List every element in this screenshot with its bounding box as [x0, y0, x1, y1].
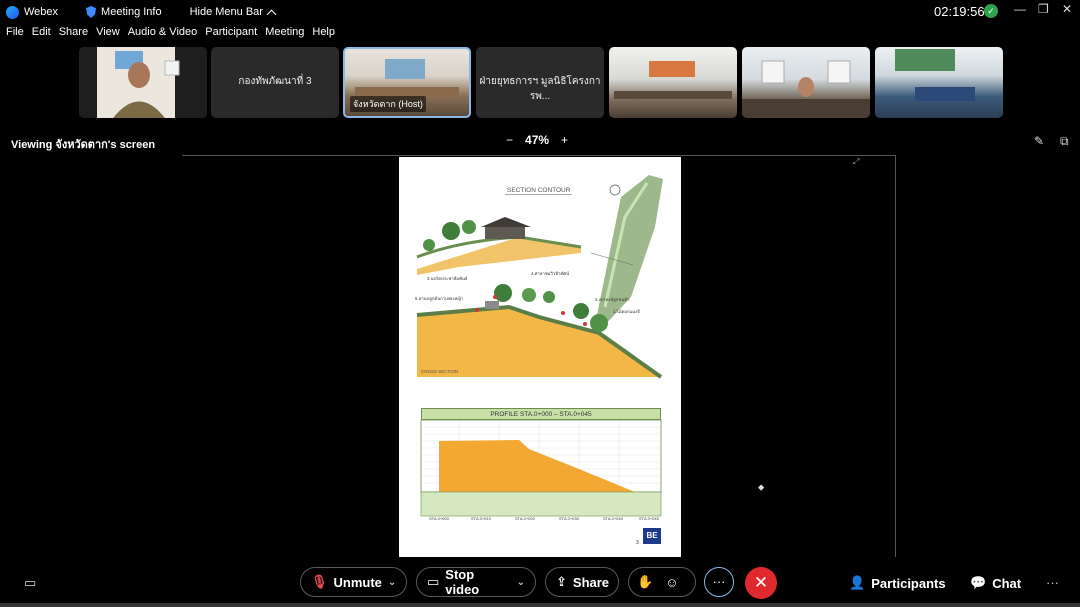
app-title: Webex	[6, 5, 59, 19]
menu-help[interactable]: Help	[312, 26, 335, 44]
viewing-bar: Viewing จังหวัดตาก's screen − 47% + ✎ ⧉	[0, 128, 1080, 154]
zoom-out-button[interactable]: −	[506, 133, 513, 147]
label-board: 3.บอร์ดประชาสัมพันธ์	[427, 276, 468, 281]
share-icon: ⇪	[556, 574, 567, 589]
stop-video-button[interactable]: ▭ Stop video ⌄	[416, 567, 536, 597]
mic-off-icon: 🎙	[311, 574, 328, 589]
chevron-down-icon[interactable]: ⌄	[388, 577, 396, 588]
page-number: 3	[636, 540, 639, 546]
station-label: STA.0+030	[559, 516, 579, 521]
restore-icon[interactable]: ❐	[1038, 2, 1049, 16]
close-icon[interactable]: ✕	[1062, 2, 1072, 16]
meeting-info-label: Meeting Info	[101, 6, 162, 18]
more-panels-icon: ···	[1046, 575, 1059, 590]
chat-button[interactable]: 💬 Chat	[970, 575, 1021, 591]
video-tile-1[interactable]	[79, 47, 207, 118]
end-call-button[interactable]: ✕	[745, 567, 777, 599]
profile-title: PROFILE STA.0+000 – STA.0+045	[421, 408, 661, 420]
remote-cursor-icon: ⬥	[758, 482, 765, 492]
zoom-level: 47%	[525, 133, 550, 147]
participant-name: ฝ่ายยุทธการฯ มูลนิธิโครงการพ...	[479, 76, 601, 102]
video-tile-4[interactable]: ฝ่ายยุทธการฯ มูลนิธิโครงการพ...	[476, 47, 604, 118]
participant-video-strip: กองทัพภัฒนาที่ 3 จังหวัดตาก (Host) ฝ่ายย…	[0, 47, 1080, 119]
label-lawn: 5.ลานปลูกต้นกาเฟลงหญ้า	[415, 296, 464, 301]
title-bar: Webex Meeting Info Hide Menu Bar	[0, 0, 1080, 24]
station-label: STA.0+040	[603, 516, 623, 521]
station-label: STA.0+010	[471, 516, 491, 521]
hide-menu-bar-label: Hide Menu Bar	[189, 6, 263, 18]
menu-view[interactable]: View	[96, 26, 120, 44]
more-icon: ···	[712, 574, 726, 589]
unmute-button[interactable]: 🎙 Unmute ⌄	[300, 567, 407, 597]
label-flower: 1.ไม้ดอกแมงจี	[613, 309, 640, 314]
zoom-controls: − 47% +	[506, 133, 568, 147]
share-label: Share	[572, 574, 610, 590]
station-label: STA.0+000	[429, 516, 449, 521]
unmute-label: Unmute	[333, 574, 382, 590]
site-illustration	[416, 175, 663, 517]
menu-share[interactable]: Share	[59, 26, 88, 44]
menu-edit[interactable]: Edit	[32, 26, 51, 44]
participant-video	[895, 49, 975, 101]
be-logo: BE	[643, 528, 661, 544]
viewing-label: Viewing จังหวัดตาก's screen	[11, 139, 156, 151]
more-panels-button[interactable]: ···	[1046, 575, 1059, 590]
video-camera-icon: ▭	[427, 574, 440, 589]
menu-bar: File Edit Share View Audio & Video Parti…	[0, 26, 337, 44]
shared-document: SECTION CONTOUR 3.บอร์ดประชาสัมพันธ์ 4.ศ…	[399, 157, 681, 557]
host-name-label: จังหวัดตาก (Host)	[350, 96, 426, 112]
menu-meeting[interactable]: Meeting	[265, 26, 304, 44]
participant-video	[79, 47, 207, 118]
annotate-icon[interactable]: ✎	[1034, 134, 1044, 148]
reactions-group: ✋ ☺	[628, 567, 696, 597]
participant-name: กองทัพภัฒนาที่ 3	[238, 76, 312, 87]
video-tile-6[interactable]	[742, 47, 870, 118]
chevron-up-icon	[266, 9, 277, 19]
webex-logo-icon	[6, 5, 19, 19]
menu-audio-video[interactable]: Audio & Video	[128, 26, 198, 44]
app-name: Webex	[24, 6, 59, 18]
label-pavilion: 4.ศาลาชมวิวทิวทัศน์	[531, 271, 570, 276]
participant-video	[742, 60, 870, 118]
video-tile-2[interactable]: กองทัพภัฒนาที่ 3	[211, 47, 339, 118]
station-label: STA.0+045	[639, 516, 659, 521]
participants-label: Participants	[871, 575, 946, 591]
hide-menu-bar-button[interactable]: Hide Menu Bar	[189, 6, 277, 19]
meeting-info-button[interactable]: Meeting Info	[86, 6, 162, 18]
participants-button[interactable]: 👤 Participants	[849, 575, 946, 591]
cross-section-label: CROSS SECTION	[421, 369, 459, 374]
more-options-button[interactable]: ···	[704, 567, 734, 597]
menu-participant[interactable]: Participant	[205, 26, 257, 44]
taskbar-strip	[0, 603, 1080, 607]
minimize-icon[interactable]: —	[1014, 2, 1026, 16]
video-tile-7[interactable]	[875, 47, 1003, 118]
chat-label: Chat	[992, 575, 1022, 591]
video-tile-5[interactable]	[609, 47, 737, 118]
station-label: STA.0+020	[515, 516, 535, 521]
meeting-clock: 02:19:56	[934, 4, 985, 19]
stop-video-label: Stop video	[445, 567, 480, 597]
zoom-in-button[interactable]: +	[561, 133, 568, 147]
chat-icon: 💬	[970, 575, 987, 590]
expand-icon[interactable]: ⤢	[853, 157, 859, 167]
label-tree: 2.เขาหงษ์ลูกชนห้า	[595, 297, 630, 302]
pop-out-icon[interactable]: ⧉	[1060, 134, 1069, 149]
close-icon: ✕	[753, 573, 769, 592]
participant-video	[614, 61, 732, 99]
video-tile-host[interactable]: จังหวัดตาก (Host)	[343, 47, 471, 118]
meeting-controls: ▭ 🎙 Unmute ⌄ ▭ Stop video ⌄ ⇪ Share ✋ ☺ …	[0, 565, 1080, 601]
shield-icon	[86, 6, 97, 18]
share-button[interactable]: ⇪ Share	[545, 567, 619, 597]
reactions-icon[interactable]: ☺	[665, 575, 678, 590]
chevron-down-icon[interactable]: ⌄	[517, 577, 525, 588]
captions-icon[interactable]: ▭	[24, 575, 36, 591]
participants-icon: 👤	[849, 575, 866, 590]
raise-hand-icon[interactable]: ✋	[637, 574, 653, 590]
menu-file[interactable]: File	[6, 26, 24, 44]
encryption-status-icon[interactable]: ✓	[984, 4, 998, 18]
